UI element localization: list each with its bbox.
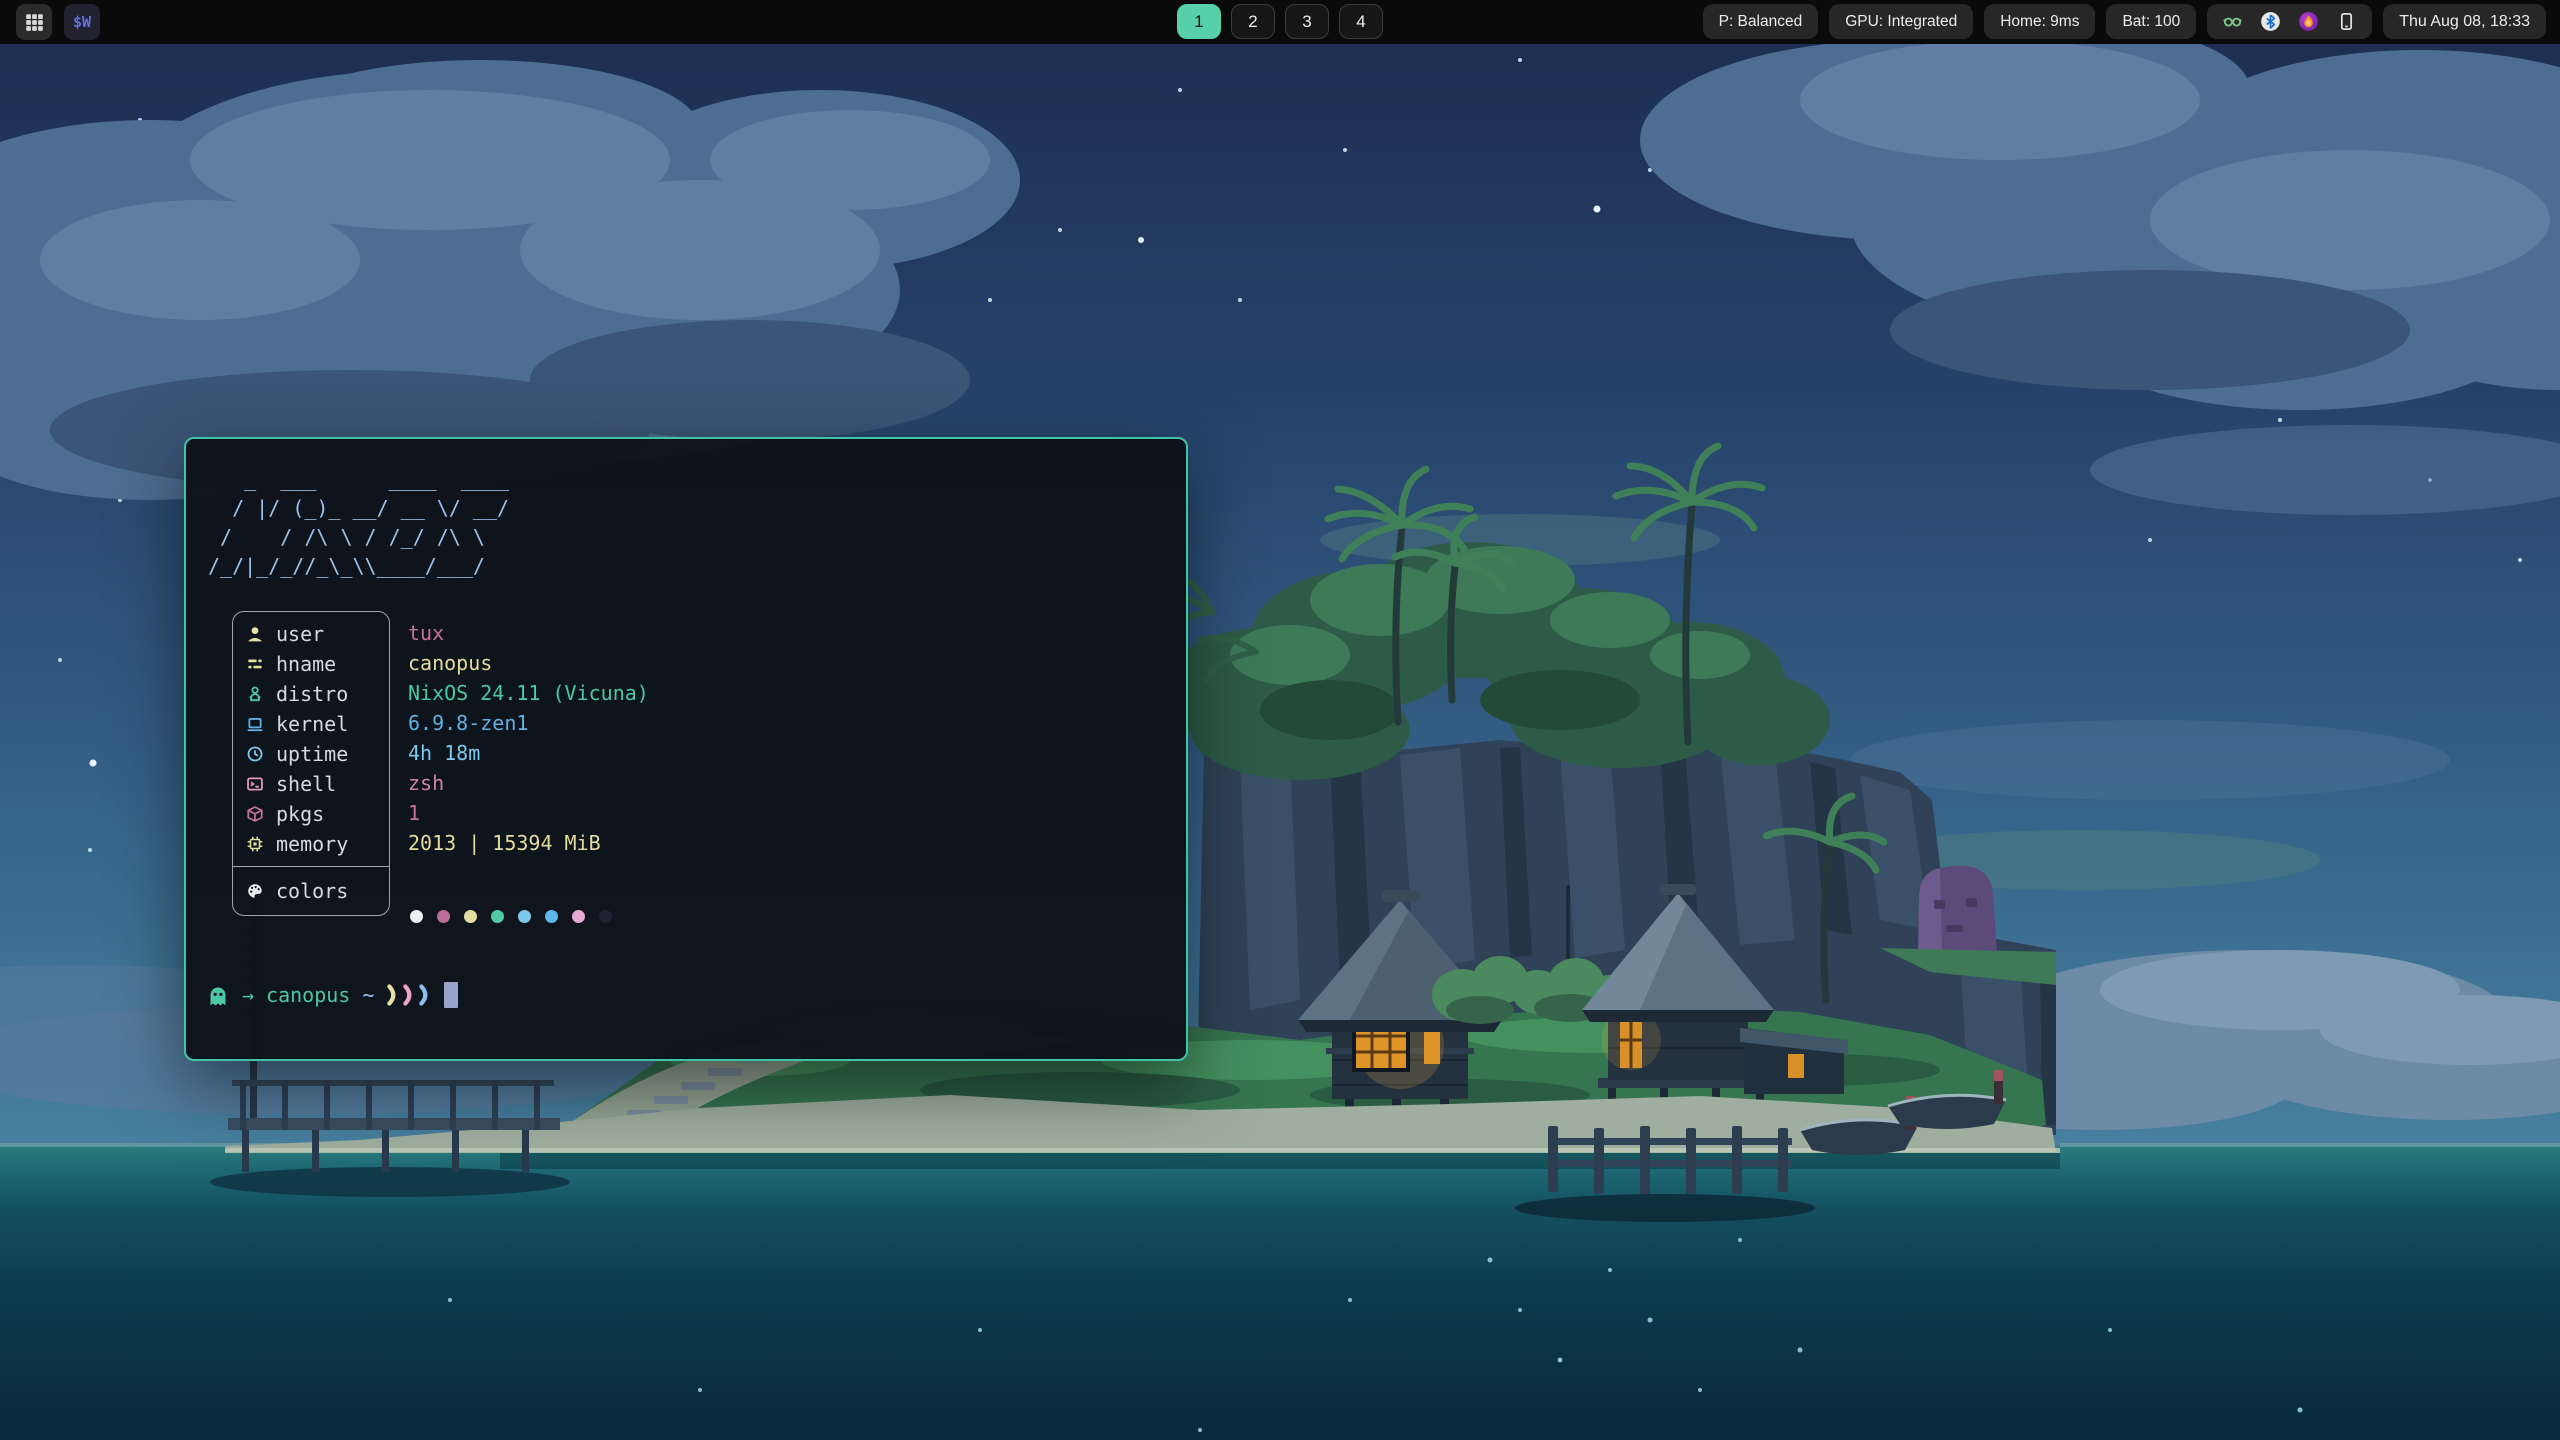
palette-dot-7 [599, 910, 612, 923]
prompt-arrow: → [242, 983, 254, 1007]
gpu-status[interactable]: GPU: Integrated [1829, 4, 1973, 39]
chip-icon [246, 835, 264, 853]
palette-dot-5 [545, 910, 558, 923]
palette-dot-1 [437, 910, 450, 923]
chevron-icon [418, 984, 432, 1006]
ping-status[interactable]: Home: 9ms [1984, 4, 2095, 39]
top-bar: $W 1 2 3 4 P: Balanced GPU: Integrated H… [0, 0, 2560, 44]
flame-music-icon[interactable] [2298, 11, 2319, 32]
bar-right: P: Balanced GPU: Integrated Home: 9ms Ba… [1703, 4, 2546, 39]
fetch-divider [233, 866, 389, 867]
value-hname: canopus [408, 648, 649, 678]
value-user: tux [408, 618, 649, 648]
clock-icon [246, 745, 264, 763]
fetch-row-kernel: kernel [233, 709, 389, 739]
value-shell: zsh [408, 768, 649, 798]
penguin-icon [246, 685, 264, 703]
chevron-icon [402, 984, 416, 1006]
fetch-info-box: user hname distro kernel uptime [232, 611, 390, 916]
chevron-icon [386, 984, 400, 1006]
fetch-row-distro: distro [233, 679, 389, 709]
system-tray [2207, 4, 2372, 39]
value-pkgs: 1 [408, 798, 649, 828]
terminal-window[interactable]: _ ___ ____ ____ / |/ (_)_ __/ __ \/ __/ … [184, 437, 1188, 1061]
palette-icon [246, 882, 264, 900]
ghost-icon [206, 983, 230, 1007]
fetch-row-user: user [233, 619, 389, 649]
workspace-2[interactable]: 2 [1231, 4, 1275, 39]
value-kernel: 6.9.8-zen1 [408, 708, 649, 738]
shell-icon [246, 775, 264, 793]
workspace-3[interactable]: 3 [1285, 4, 1329, 39]
workspace-1[interactable]: 1 [1177, 4, 1221, 39]
package-icon [246, 805, 264, 823]
palette-dot-2 [464, 910, 477, 923]
laptop-icon [246, 715, 264, 733]
shell-prompt[interactable]: → canopus ~ [206, 980, 458, 1010]
terminal-cursor[interactable] [444, 982, 458, 1008]
fetch-values: tux canopus NixOS 24.11 (Vicuna) 6.9.8-z… [408, 618, 649, 858]
desktop: $W 1 2 3 4 P: Balanced GPU: Integrated H… [0, 0, 2560, 1440]
hostname-icon [246, 655, 264, 673]
bluetooth-icon[interactable] [2260, 11, 2281, 32]
workspace-4[interactable]: 4 [1339, 4, 1383, 39]
palette-dot-3 [491, 910, 504, 923]
value-uptime: 4h 18m [408, 738, 649, 768]
palette-dot-4 [518, 910, 531, 923]
fetch-row-shell: shell [233, 769, 389, 799]
phone-icon[interactable] [2336, 11, 2357, 32]
value-distro: NixOS 24.11 (Vicuna) [408, 678, 649, 708]
clock[interactable]: Thu Aug 08, 18:33 [2383, 4, 2546, 39]
palette-dot-6 [572, 910, 585, 923]
value-memory: 2013 | 15394 MiB [408, 828, 649, 858]
prompt-path: ~ [362, 983, 374, 1007]
nixos-ascii-logo: _ ___ ____ ____ / |/ (_)_ __/ __ \/ __/ … [208, 465, 509, 581]
glasses-icon[interactable] [2222, 11, 2243, 32]
fetch-row-colors: colors [233, 876, 389, 906]
battery-status[interactable]: Bat: 100 [2106, 4, 2196, 39]
user-icon [246, 625, 264, 643]
terminal-palette [410, 901, 612, 931]
palette-dot-0 [410, 910, 423, 923]
fetch-row-pkgs: pkgs [233, 799, 389, 829]
power-profile-status[interactable]: P: Balanced [1703, 4, 1819, 39]
fetch-row-uptime: uptime [233, 739, 389, 769]
prompt-hostname: canopus [266, 983, 350, 1007]
fetch-row-memory: memory [233, 829, 389, 859]
fetch-row-hname: hname [233, 649, 389, 679]
